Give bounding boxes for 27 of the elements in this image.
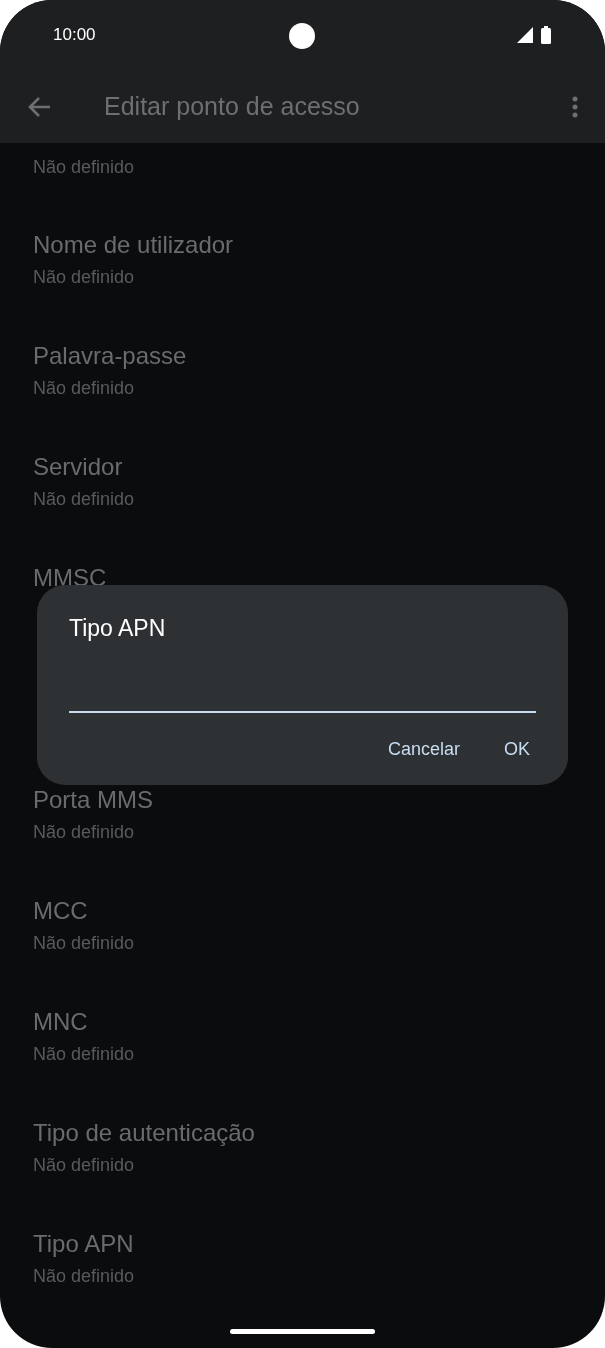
setting-value: Não definido xyxy=(33,266,136,289)
setting-title[interactable]: MCC xyxy=(33,896,572,926)
battery-icon xyxy=(541,26,551,44)
setting-title[interactable]: MNC xyxy=(33,1007,572,1037)
signal-icon xyxy=(517,27,533,43)
setting-value: Não definido xyxy=(33,932,136,955)
setting-title[interactable]: Servidor xyxy=(33,452,572,482)
setting-value: Não definido xyxy=(33,377,136,400)
setting-value: Não definido xyxy=(33,821,136,844)
setting-title[interactable]: Palavra-passe xyxy=(33,341,572,371)
setting-title[interactable]: Tipo APN xyxy=(33,1229,572,1259)
dialog-button[interactable]: OK xyxy=(492,731,542,768)
back-arrow-icon[interactable] xyxy=(27,95,51,118)
dialog-button[interactable]: Cancelar xyxy=(375,731,472,768)
status-time: 10:00 xyxy=(53,25,96,45)
camera-icon xyxy=(289,23,315,49)
setting-title[interactable]: Porta MMS xyxy=(33,785,572,815)
setting-title[interactable]: Tipo de autenticação xyxy=(33,1118,572,1148)
setting-value: Não definido xyxy=(33,1265,136,1288)
dialog-title: Tipo APN xyxy=(69,614,167,643)
more-options-icon[interactable] xyxy=(572,95,578,118)
setting-value: Não definido xyxy=(33,156,136,179)
screen-title: Editar ponto de acesso xyxy=(104,92,361,121)
setting-value: Não definido xyxy=(33,1154,136,1177)
setting-value: Não definido xyxy=(33,488,136,511)
setting-title[interactable]: Nome de utilizador xyxy=(33,230,572,260)
setting-value: Não definido xyxy=(33,1043,136,1066)
